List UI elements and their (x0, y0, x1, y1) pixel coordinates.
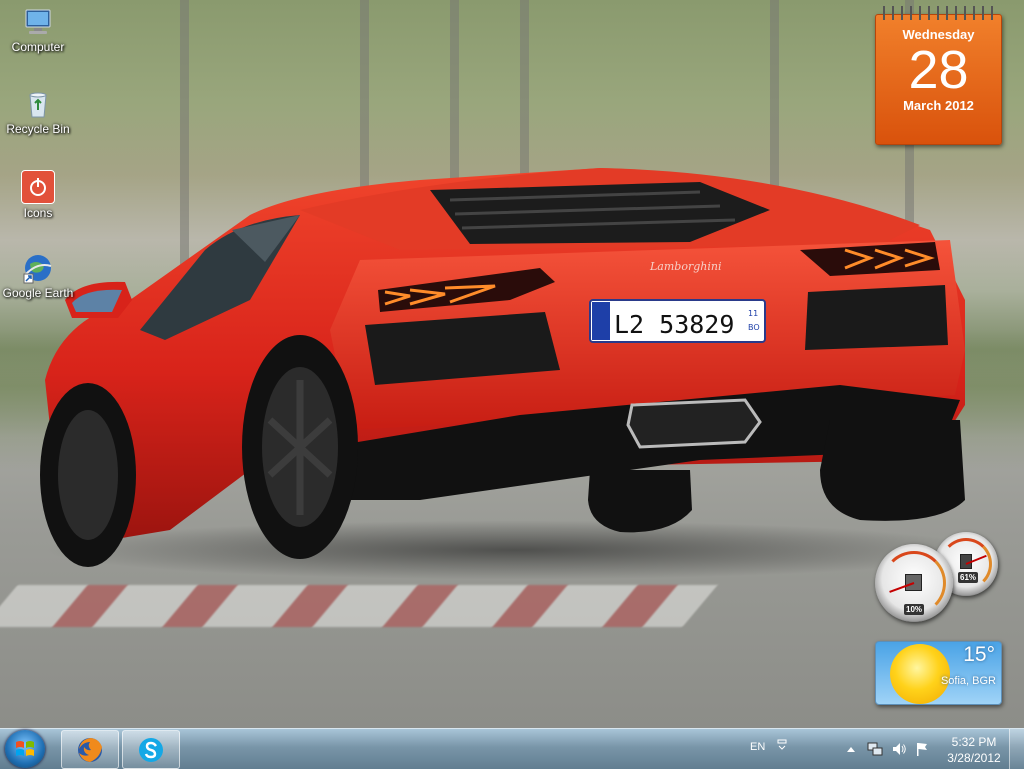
desktop-wallpaper: Lamborghini L2 53829 11 BO (0, 0, 1024, 728)
taskbar-clock[interactable]: 5:32 PM 3/28/2012 (944, 734, 1004, 766)
desktop-icon-icons[interactable]: Icons (1, 170, 75, 220)
google-earth-icon (22, 252, 54, 284)
license-plate-year: 11 (748, 309, 758, 318)
calendar-gadget[interactable]: Wednesday 28 March 2012 (875, 6, 1002, 145)
calendar-month-year: March 2012 (903, 98, 974, 113)
desktop-icon-label: Google Earth (2, 286, 74, 300)
language-indicator[interactable]: EN (750, 741, 765, 753)
taskbar: EN 5:32 PM 3/28/2012 (0, 728, 1024, 769)
skype-icon (139, 737, 163, 762)
clock-date: 3/28/2012 (947, 751, 1001, 765)
windows-logo-icon (16, 741, 34, 756)
license-plate-province: BO (748, 323, 760, 332)
action-center-flag-icon[interactable] (914, 741, 930, 757)
cpu-percentage: 10% (904, 604, 925, 615)
firefox-icon (78, 737, 102, 762)
calendar-rings (879, 6, 997, 20)
start-button[interactable] (5, 730, 45, 768)
desktop-icon-google-earth[interactable]: Google Earth (1, 252, 75, 300)
taskbar-firefox-button[interactable] (61, 730, 119, 769)
calendar-page: Wednesday 28 March 2012 (875, 14, 1002, 145)
desktop-icon-label: Icons (23, 206, 53, 220)
show-hidden-icons-arrow-icon[interactable] (843, 741, 859, 757)
clock-time: 5:32 PM (951, 735, 997, 749)
license-plate-text: L2 53829 (614, 310, 734, 339)
calendar-day: 28 (908, 40, 969, 100)
weather-temperature: 15° (963, 643, 995, 666)
car-badge: Lamborghini (649, 260, 721, 273)
weather-location: Sofia, BGR (940, 675, 996, 687)
sports-car-illustration: Lamborghini L2 53829 11 BO (40, 168, 965, 567)
power-icon (21, 170, 55, 204)
desktop-icon-recycle-bin[interactable]: Recycle Bin (1, 88, 75, 136)
ram-percentage: 61% (958, 572, 979, 583)
cpu-meter-gadget[interactable]: 61% 10% (874, 532, 1000, 624)
taskbar-skype-button[interactable] (122, 730, 180, 769)
weather-gadget[interactable]: 15° Sofia, BGR (875, 641, 1002, 705)
desktop-icon-label: Computer (11, 40, 65, 54)
show-desktop-button[interactable] (1009, 729, 1024, 769)
language-bar-options-icon[interactable] (774, 737, 790, 753)
desktop-icon-label: Recycle Bin (6, 122, 70, 136)
network-icon[interactable] (867, 741, 883, 757)
cpu-dial: 10% (875, 544, 953, 622)
desktop-icon-computer[interactable]: Computer (1, 6, 75, 54)
volume-icon[interactable] (891, 741, 907, 757)
sunny-weather-icon (890, 644, 950, 704)
recycle-bin-icon (22, 88, 54, 120)
computer-icon (22, 6, 54, 38)
